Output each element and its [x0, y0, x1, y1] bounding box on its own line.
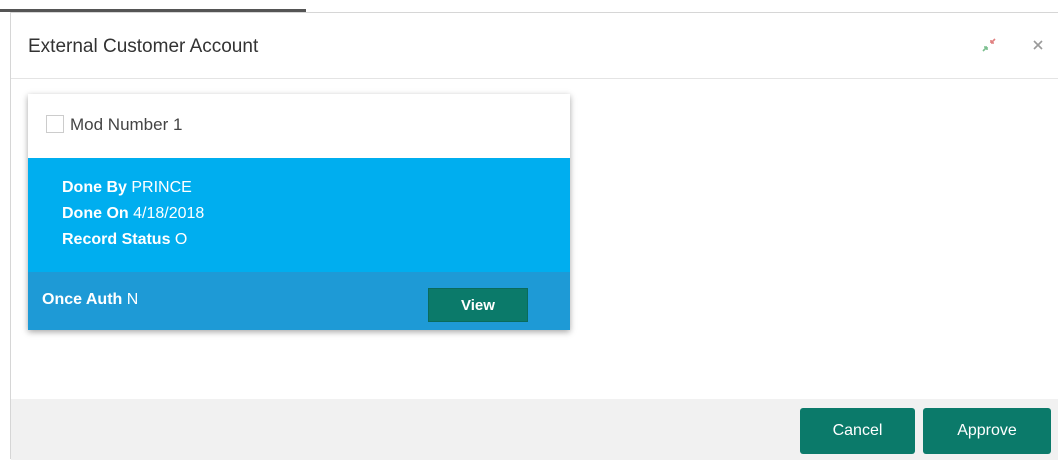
- mod-card: Mod Number 1 Done By PRINCE Done On 4/18…: [28, 94, 570, 330]
- once-auth-value: N: [126, 291, 139, 308]
- done-by-label: Done By: [62, 179, 127, 196]
- once-auth-label: Once Auth: [42, 291, 123, 308]
- done-by-row: Done By PRINCE: [62, 179, 192, 197]
- cancel-button[interactable]: Cancel: [800, 408, 915, 454]
- view-button[interactable]: View: [428, 288, 528, 322]
- top-strip: [0, 0, 1058, 12]
- card-header: Mod Number 1: [28, 94, 570, 158]
- mod-checkbox[interactable]: [46, 115, 64, 133]
- done-on-label: Done On: [62, 205, 129, 222]
- once-auth-row: Once Auth N: [42, 291, 138, 309]
- record-status-row: Record Status O: [62, 231, 187, 249]
- external-customer-account-dialog: External Customer Account Mod Number 1 D…: [10, 12, 1058, 460]
- approve-button[interactable]: Approve: [923, 408, 1051, 454]
- close-icon[interactable]: [1028, 35, 1048, 55]
- done-on-row: Done On 4/18/2018: [62, 205, 204, 223]
- done-on-value: 4/18/2018: [133, 205, 205, 222]
- card-footer: Once Auth N View: [28, 272, 570, 330]
- dialog-body: Mod Number 1 Done By PRINCE Done On 4/18…: [11, 79, 1058, 399]
- dialog-header: External Customer Account: [11, 13, 1058, 79]
- card-info-panel: Done By PRINCE Done On 4/18/2018 Record …: [28, 158, 570, 272]
- mod-number-label: Mod Number 1: [70, 115, 183, 134]
- dialog-title: External Customer Account: [28, 36, 259, 57]
- dialog-footer: Cancel Approve: [11, 399, 1058, 460]
- record-status-label: Record Status: [62, 231, 171, 248]
- minimize-icon[interactable]: [979, 35, 999, 55]
- done-by-value: PRINCE: [131, 179, 192, 196]
- record-status-value: O: [174, 231, 188, 248]
